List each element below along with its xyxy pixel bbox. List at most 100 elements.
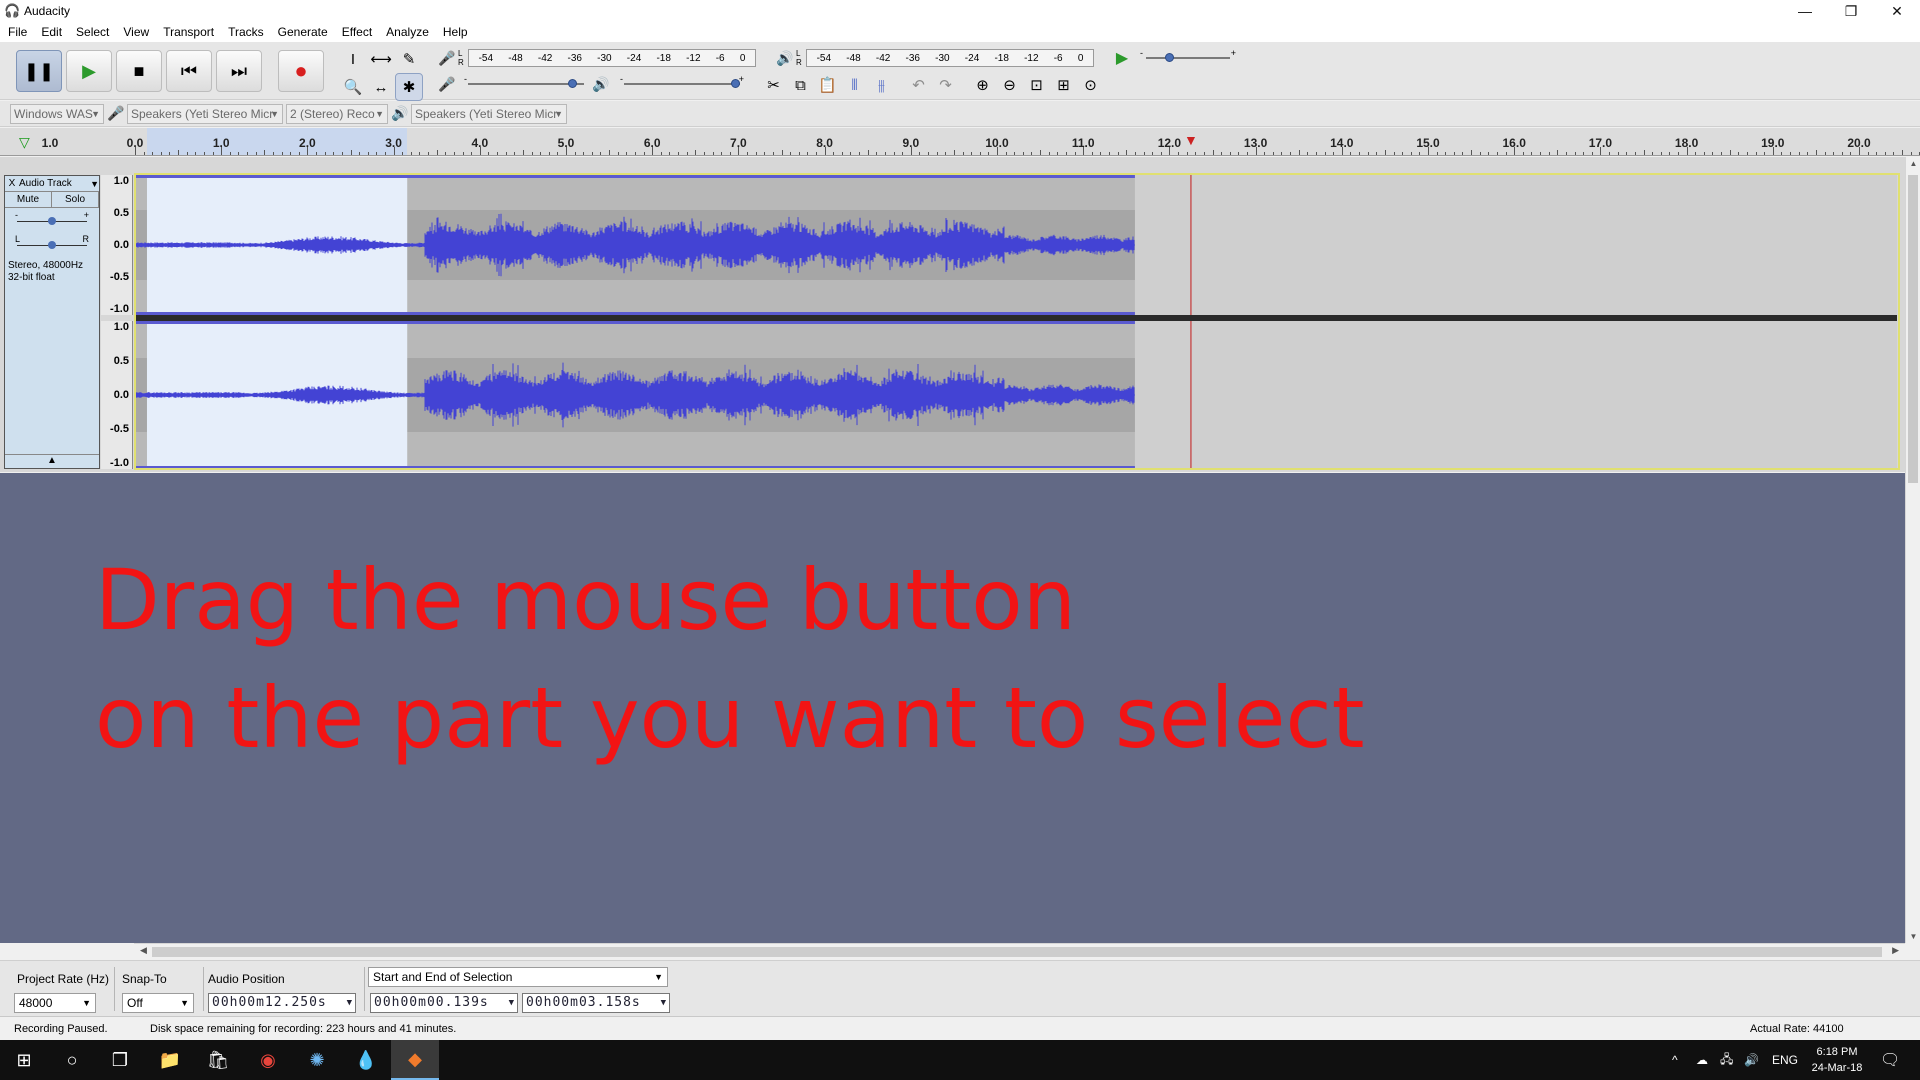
playback-meter[interactable]: 🔊 L R -54 -48 -42 -36 -30 -24 -18 -12 -6… (774, 46, 1094, 70)
fit-selection-icon[interactable]: ⊡ (1023, 72, 1050, 98)
scroll-right-icon[interactable]: ▶ (1892, 945, 1899, 956)
recording-meter[interactable]: 🎤 L R -54 -48 -42 -36 -30 -24 -18 -12 -6… (436, 46, 756, 70)
silence-icon[interactable]: ⫵ (868, 72, 895, 98)
zoom-tool-icon[interactable]: 🔍 (340, 74, 366, 100)
play-at-speed-button[interactable]: ▶ (1110, 46, 1134, 70)
recording-channels-select[interactable]: 2 (Stereo) Reco ▼ (286, 103, 388, 124)
play-speed-slider[interactable]: - + (1140, 48, 1236, 68)
chrome-icon[interactable]: ◉ (244, 1040, 292, 1080)
scroll-down-icon[interactable]: ▼ (1906, 932, 1920, 941)
audacity-taskbar-icon[interactable]: ◆ (391, 1040, 439, 1080)
timeline-ruler[interactable]: ▽ 1.0 ▼ 0.0 1.0 2.0 3.0 4.0 5.0 6.0 7.0 8.0 9.0 10… (0, 128, 1920, 156)
draw-tool-icon[interactable]: ✎ (396, 46, 422, 72)
pan-slider[interactable]: L R (5, 232, 99, 256)
gain-slider[interactable]: - + (5, 208, 99, 232)
menu-view[interactable]: View (123, 25, 149, 39)
play-button[interactable]: ▶ (66, 50, 112, 92)
water-drop-icon[interactable]: 💧 (342, 1040, 390, 1080)
horizontal-scroll-thumb[interactable] (152, 947, 1882, 957)
onedrive-icon[interactable]: ☁ (1696, 1040, 1708, 1080)
close-button[interactable]: ✕ (1874, 0, 1920, 22)
zoom-in-icon[interactable]: ⊕ (969, 72, 996, 98)
slider-knob[interactable] (567, 79, 577, 88)
browser-icon[interactable]: ✺ (293, 1040, 341, 1080)
recording-volume-slider[interactable]: - (462, 74, 590, 94)
recording-device-select[interactable]: Speakers (Yeti Stereo Micr ▼ (127, 103, 283, 124)
track-area[interactable]: X Audio Track ▼ Mute Solo - + L R Stereo… (0, 157, 1905, 472)
chevron-down-icon[interactable]: ▼ (90, 179, 99, 189)
menu-transport[interactable]: Transport (163, 25, 214, 39)
menu-effect[interactable]: Effect (342, 25, 372, 39)
volume-icon[interactable]: 🔊 (1744, 1040, 1759, 1080)
playback-device-select[interactable]: Speakers (Yeti Stereo Micr ▼ (411, 103, 567, 124)
fit-project-icon[interactable]: ⊞ (1050, 72, 1077, 98)
paste-icon[interactable]: 📋 (814, 72, 841, 98)
store-icon[interactable]: 🛍 (194, 1040, 242, 1080)
task-view-icon[interactable]: ❐ (96, 1040, 144, 1080)
playback-volume-slider[interactable]: - + (618, 74, 746, 94)
zoom-out-icon[interactable]: ⊖ (996, 72, 1023, 98)
selection-mode-select[interactable]: Start and End of Selection ▼ (368, 967, 668, 987)
network-icon[interactable]: 🖧 (1720, 1040, 1733, 1080)
record-button[interactable]: ● (278, 50, 324, 92)
waveform-left-channel[interactable] (134, 175, 1897, 315)
minimize-button[interactable]: — (1782, 0, 1828, 22)
zoom-toggle-icon[interactable]: ⊙ (1077, 72, 1104, 98)
track-name-menu[interactable]: Audio Track (19, 178, 90, 189)
snap-to-select[interactable]: Off ▼ (122, 993, 194, 1013)
trim-icon[interactable]: ⫴ (841, 72, 868, 98)
cut-icon[interactable]: ✂ (760, 72, 787, 98)
menu-help[interactable]: Help (443, 25, 468, 39)
audio-position-field[interactable]: 00h00m12.250s ▼ (208, 993, 356, 1013)
scroll-up-icon[interactable]: ▲ (1906, 159, 1920, 168)
menu-select[interactable]: Select (76, 25, 109, 39)
track-close-button[interactable]: X (5, 178, 19, 189)
selection-end-field[interactable]: 00h00m03.158s ▼ (522, 993, 670, 1013)
pause-button[interactable]: ❚❚ (16, 50, 62, 92)
solo-button[interactable]: Solo (52, 192, 99, 208)
playhead-marker-icon[interactable]: ▼ (1184, 132, 1198, 148)
notification-icon[interactable]: 🗨 (1880, 1040, 1900, 1080)
pinned-head-icon[interactable]: ▽ (19, 134, 30, 151)
skip-to-end-button[interactable]: ⏭ (216, 50, 262, 92)
track-control-panel[interactable]: X Audio Track ▼ Mute Solo - + L R Stereo… (4, 175, 100, 469)
slider-knob[interactable] (1164, 53, 1174, 62)
copy-icon[interactable]: ⧉ (787, 72, 814, 98)
slider-knob[interactable] (48, 217, 56, 225)
project-rate-select[interactable]: 48000 ▼ (14, 993, 96, 1013)
selection-start-field[interactable]: 00h00m00.139s ▼ (370, 993, 518, 1013)
empty-track-area[interactable]: Drag the mouse button on the part you wa… (0, 473, 1905, 943)
redo-icon[interactable]: ↷ (932, 72, 959, 98)
file-explorer-icon[interactable]: 📁 (146, 1040, 194, 1080)
slider-knob[interactable] (48, 241, 56, 249)
collapse-track-button[interactable]: ▲ (5, 454, 99, 466)
multi-tool-icon[interactable]: ✱ (395, 73, 423, 101)
language-indicator[interactable]: ENG (1772, 1040, 1798, 1080)
amplitude-ruler-right-channel[interactable]: 1.0 0.5 0.0 -0.5 -1.0 (101, 321, 133, 469)
undo-icon[interactable]: ↶ (905, 72, 932, 98)
menu-file[interactable]: File (8, 25, 27, 39)
tray-expand-icon[interactable]: ^ (1672, 1040, 1678, 1080)
stop-button[interactable]: ■ (116, 50, 162, 92)
timeshift-tool-icon[interactable]: ↔ (368, 74, 394, 100)
selection-tool-icon[interactable]: I (340, 46, 366, 72)
slider-knob[interactable] (731, 79, 740, 88)
menu-edit[interactable]: Edit (41, 25, 62, 39)
menu-tracks[interactable]: Tracks (228, 25, 264, 39)
envelope-tool-icon[interactable]: ⟷ (368, 46, 394, 72)
waveform-right-channel[interactable] (134, 321, 1897, 469)
scroll-left-icon[interactable]: ◀ (140, 945, 147, 956)
skip-to-start-button[interactable]: ⏮ (166, 50, 212, 92)
amplitude-ruler-left-channel[interactable]: 1.0 0.5 0.0 -0.5 -1.0 (101, 175, 133, 315)
horizontal-scrollbar[interactable]: ◀ ▶ (134, 943, 1905, 959)
menu-analyze[interactable]: Analyze (386, 25, 429, 39)
menu-generate[interactable]: Generate (278, 25, 328, 39)
audio-host-select[interactable]: Windows WAS ▼ (10, 103, 104, 124)
vertical-scroll-thumb[interactable] (1908, 175, 1918, 483)
vertical-scrollbar[interactable]: ▲ ▼ (1905, 157, 1920, 943)
mute-button[interactable]: Mute (5, 192, 52, 208)
search-icon[interactable]: ○ (48, 1040, 96, 1080)
taskbar-clock[interactable]: 6:18 PM 24-Mar-18 (1802, 1044, 1872, 1076)
restore-button[interactable]: ❐ (1828, 0, 1874, 22)
windows-start-icon[interactable]: ⊞ (0, 1040, 48, 1080)
